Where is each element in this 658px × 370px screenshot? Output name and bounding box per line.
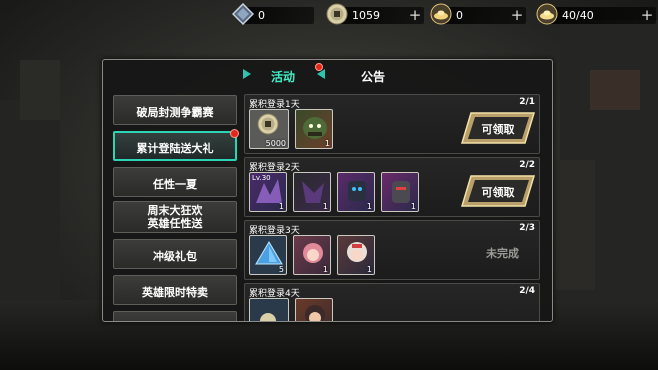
gold-value: 0 bbox=[456, 9, 463, 22]
reward-qty: 1 bbox=[322, 265, 328, 274]
add-gold-button[interactable]: + bbox=[510, 8, 524, 23]
reward-item[interactable] bbox=[249, 298, 289, 321]
sidebar-item-weekend[interactable]: 周末大狂欢 英雄任性送 bbox=[113, 201, 237, 233]
gold-ingot-icon bbox=[430, 3, 452, 25]
reward-item[interactable]: 1 bbox=[293, 235, 331, 275]
diamond-gem-icon bbox=[231, 2, 255, 26]
reward-qty: 1 bbox=[410, 202, 416, 211]
sidebar-item-hero-sale[interactable]: 英雄限时特卖 bbox=[113, 275, 237, 305]
notification-dot-icon bbox=[230, 129, 239, 138]
reward-list: 累积登录1天 2/1 5000 1 可领取 累积登录2天 2/2 Lv.30 1… bbox=[244, 94, 542, 321]
reward-progress: 2/3 bbox=[519, 223, 535, 233]
reward-item[interactable]: 1 bbox=[293, 172, 331, 212]
reward-row: 累积登录1天 2/1 5000 1 可领取 bbox=[244, 94, 540, 154]
sidebar-item-login-gift[interactable]: 累计登陆送大礼 bbox=[113, 129, 239, 161]
tab-activity-label: 活动 bbox=[271, 70, 296, 84]
tab-arrow-left-icon bbox=[243, 69, 251, 79]
tab-notice[interactable]: 公告 bbox=[361, 68, 385, 85]
sidebar-item-label: 冲级礼包 bbox=[153, 250, 197, 263]
reward-qty: 1 bbox=[278, 202, 284, 211]
coin-value: 1059 bbox=[352, 9, 380, 22]
reward-level: Lv.30 bbox=[252, 174, 271, 182]
add-stamina-button[interactable]: + bbox=[640, 8, 654, 23]
reward-item[interactable]: 1 bbox=[337, 235, 375, 275]
activity-panel: 活动 公告 破局封测争霸赛 累计登陆送大礼 任性一夏 周末大狂欢 英雄任性送 冲… bbox=[102, 59, 553, 322]
reward-qty: 5000 bbox=[265, 139, 286, 148]
claim-button[interactable]: 可领取 bbox=[461, 175, 535, 207]
sidebar-item-label: 破局封测争霸赛 bbox=[136, 106, 214, 119]
sidebar-item-label: 周末大狂欢 bbox=[147, 204, 203, 217]
tab-activity[interactable]: 活动 bbox=[243, 65, 325, 85]
reward-item[interactable]: Lv.30 1 bbox=[249, 172, 287, 212]
hero-portrait-icon bbox=[305, 305, 325, 321]
resource-stamina: 40/40 + bbox=[536, 2, 656, 28]
reward-item[interactable]: 5 bbox=[249, 235, 287, 275]
reward-progress: 2/4 bbox=[519, 286, 535, 296]
reward-qty: 1 bbox=[322, 202, 328, 211]
reward-item[interactable]: 1 bbox=[337, 172, 375, 212]
diamond-value: 0 bbox=[258, 9, 265, 22]
reward-progress: 2/1 bbox=[519, 97, 535, 107]
reward-qty: 1 bbox=[366, 265, 372, 274]
reward-row: 累积登录2天 2/2 Lv.30 1 1 1 1 可领取 bbox=[244, 157, 540, 217]
reward-item[interactable]: 1 bbox=[381, 172, 419, 212]
claim-button-label: 可领取 bbox=[481, 186, 515, 199]
stamina-ingot-icon bbox=[536, 3, 558, 25]
reward-item[interactable]: 5000 bbox=[249, 109, 289, 149]
reward-qty: 5 bbox=[278, 265, 284, 274]
claim-button-label: 可领取 bbox=[481, 123, 515, 136]
sidebar-item-contest[interactable]: 破局封测争霸赛 bbox=[113, 95, 237, 125]
resource-bar: 0 1059 + 0 + 40/40 + bbox=[0, 2, 658, 28]
panel-tabs: 活动 公告 bbox=[103, 60, 552, 90]
coin-icon bbox=[260, 313, 276, 321]
resource-gold: 0 + bbox=[430, 2, 526, 28]
claim-button[interactable]: 可领取 bbox=[461, 112, 535, 144]
reward-row: 累积登录3天 2/3 5 1 1 未完成 bbox=[244, 220, 540, 280]
add-coin-button[interactable]: + bbox=[408, 8, 422, 23]
sidebar-item-level-pack[interactable]: 冲级礼包 bbox=[113, 239, 237, 269]
resource-coin: 1059 + bbox=[326, 2, 424, 28]
coin-icon bbox=[326, 3, 348, 25]
stamina-value: 40/40 bbox=[562, 9, 594, 22]
activity-sidebar: 破局封测争霸赛 累计登陆送大礼 任性一夏 周末大狂欢 英雄任性送 冲级礼包 英雄… bbox=[113, 94, 239, 321]
reward-qty: 1 bbox=[366, 202, 372, 211]
sidebar-item-label: 任性一夏 bbox=[153, 178, 197, 191]
sidebar-item-label-line2: 英雄任性送 bbox=[147, 217, 203, 230]
sidebar-item-label: 累计登陆送大礼 bbox=[136, 142, 214, 155]
reward-row: 累积登录4天 2/4 bbox=[244, 283, 540, 321]
coin-icon bbox=[257, 113, 279, 135]
pending-status: 未完成 bbox=[486, 247, 519, 260]
sidebar-item-label: 英雄限时特卖 bbox=[142, 286, 208, 299]
reward-progress: 2/2 bbox=[519, 160, 535, 170]
resource-diamond: 0 bbox=[231, 2, 314, 28]
notification-dot-icon bbox=[315, 63, 323, 71]
sidebar-item-summer[interactable]: 任性一夏 bbox=[113, 167, 237, 197]
reward-qty: 1 bbox=[324, 139, 330, 148]
reward-item[interactable]: 1 bbox=[295, 109, 333, 149]
reward-item[interactable] bbox=[295, 298, 333, 321]
sidebar-item-more[interactable] bbox=[113, 311, 237, 321]
